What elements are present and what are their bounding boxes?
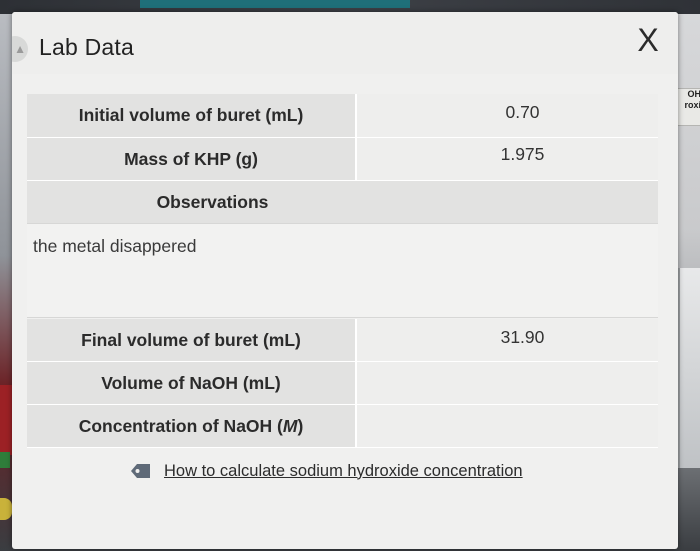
- close-button[interactable]: X: [630, 22, 666, 58]
- background-beaker: [678, 268, 700, 468]
- row-label-text: Concentration of NaOH (: [78, 415, 283, 436]
- table-row-concentration-naoh: Concentration of NaOH (M): [27, 405, 658, 448]
- help-link-row[interactable]: How to calculate sodium hydroxide concen…: [130, 459, 523, 483]
- table-row-final-volume: Final volume of buret (mL) 31.90: [27, 319, 658, 362]
- row-label-unit: M: [282, 415, 298, 436]
- row-value-cell: [357, 405, 658, 447]
- row-label: Volume of NaOH (mL): [27, 362, 357, 404]
- bottle-label-line2: roxi: [684, 100, 700, 110]
- help-link[interactable]: How to calculate sodium hydroxide concen…: [164, 462, 523, 481]
- row-value-cell: 1.975: [357, 138, 658, 180]
- row-value-cell: 0.70: [357, 94, 658, 137]
- dialog-title: Lab Data: [39, 34, 134, 60]
- bottle-label-line1: OH: [687, 89, 700, 99]
- observations-header: Observations: [27, 181, 658, 223]
- observations-text-area: the metal disappered: [27, 223, 658, 318]
- tag-icon: [130, 462, 152, 480]
- row-label: Concentration of NaOH (M): [27, 405, 357, 447]
- bottle-label: OH roxi: [677, 88, 700, 126]
- background-yellow-object: [0, 498, 12, 520]
- background-green-object: [0, 452, 10, 468]
- background-teal-bar: [140, 0, 410, 8]
- table-row-volume-naoh: Volume of NaOH (mL): [27, 362, 658, 405]
- row-value-cell: 31.90: [357, 319, 658, 361]
- row-label-close: ): [297, 415, 304, 436]
- row-value-cell: [357, 362, 658, 404]
- row-value: 31.90: [500, 327, 545, 347]
- observations-text: the metal disappered: [33, 236, 197, 256]
- row-label: Initial volume of buret (mL): [27, 94, 357, 137]
- flask-icon: ▲: [12, 36, 28, 62]
- lab-data-dialog: ▲ Lab Data X Initial volume of buret (mL…: [12, 12, 678, 549]
- dialog-header: ▲ Lab Data X: [12, 12, 678, 74]
- table-row-mass-khp: Mass of KHP (g) 1.975: [27, 138, 658, 181]
- row-label: Mass of KHP (g): [27, 138, 357, 180]
- row-value: 0.70: [505, 102, 540, 122]
- row-label: Final volume of buret (mL): [27, 319, 357, 361]
- table-row-initial-volume: Initial volume of buret (mL) 0.70: [27, 94, 658, 138]
- row-value: 1.975: [500, 144, 545, 164]
